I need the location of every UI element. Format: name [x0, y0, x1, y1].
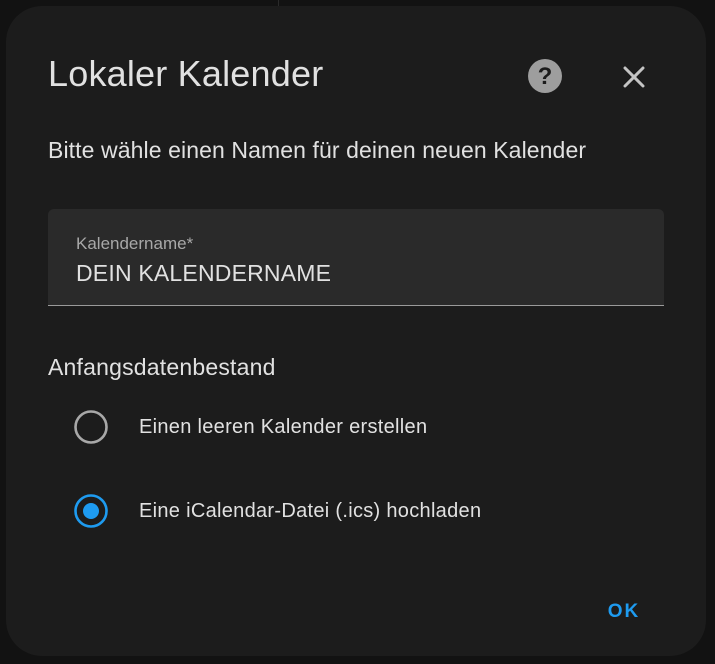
close-icon — [623, 66, 645, 88]
option-upload-ics[interactable]: Eine iCalendar-Datei (.ics) hochladen — [66, 486, 666, 536]
option-empty-calendar[interactable]: Einen leeren Kalender erstellen — [66, 402, 666, 452]
close-button[interactable] — [616, 59, 652, 95]
help-button[interactable]: ? — [526, 57, 564, 95]
dialog-title: Lokaler Kalender — [48, 53, 324, 94]
help-circle-icon: ? — [528, 59, 562, 93]
option-upload-ics-label: Eine iCalendar-Datei (.ics) hochladen — [139, 500, 482, 522]
radio-unchecked-icon[interactable] — [73, 409, 109, 445]
ok-button[interactable]: OK — [588, 592, 660, 632]
dialog-subtitle: Bitte wähle einen Namen für deinen neuen… — [48, 137, 587, 163]
local-calendar-dialog: Lokaler Kalender ? Bitte wähle einen Nam… — [6, 6, 706, 656]
initial-data-title: Anfangsdatenbestand — [48, 354, 276, 380]
ok-button-label: OK — [607, 601, 641, 622]
svg-text:?: ? — [538, 63, 553, 90]
option-empty-calendar-label: Einen leeren Kalender erstellen — [139, 416, 428, 438]
calendar-name-field[interactable]: Kalendername* DEIN KALENDERNAME — [48, 209, 664, 306]
radio-checked-icon[interactable] — [73, 493, 109, 529]
calendar-name-label: Kalendername* — [76, 234, 194, 253]
calendar-name-input[interactable]: DEIN KALENDERNAME — [76, 259, 331, 287]
